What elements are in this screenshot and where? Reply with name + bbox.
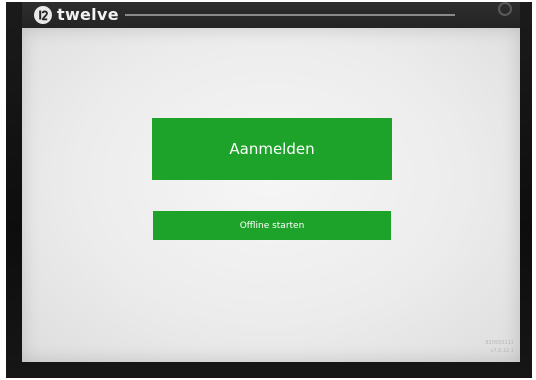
loading-progress-track	[125, 14, 455, 16]
twelve-logo-icon	[34, 6, 52, 24]
logo-text: twelve	[57, 5, 119, 24]
login-screen	[22, 28, 520, 362]
device-id-text: 820955111	[485, 340, 514, 346]
version-text: v7.6.12.1	[490, 348, 514, 354]
offline-start-button[interactable]: Offline starten	[153, 211, 391, 240]
offline-start-button-label: Offline starten	[239, 220, 305, 231]
version-info: 820955111 v7.6.12.1	[485, 339, 514, 355]
login-button-label: Aanmelden	[229, 140, 315, 158]
photo-frame: twelve Aanmelden Offline starten 8209551…	[0, 0, 536, 380]
login-button[interactable]: Aanmelden	[152, 118, 392, 180]
power-icon[interactable]	[498, 2, 512, 16]
app-logo: twelve	[34, 5, 119, 25]
